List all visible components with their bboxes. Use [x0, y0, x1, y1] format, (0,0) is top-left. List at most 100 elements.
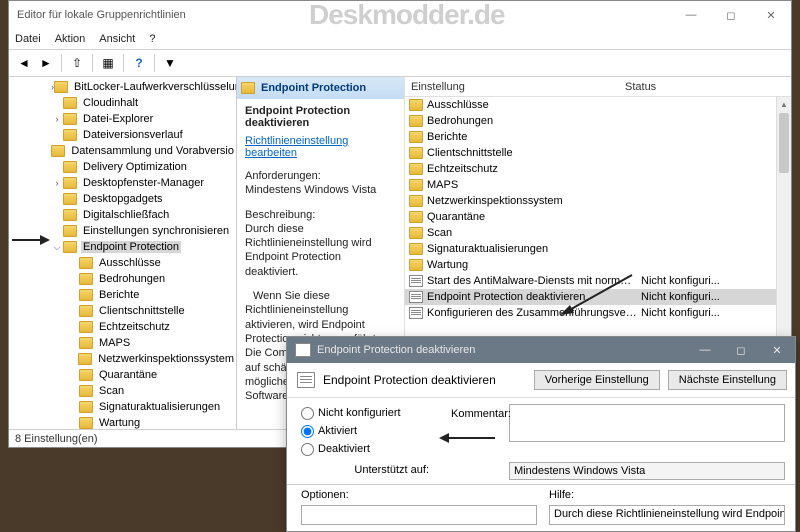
view-icon[interactable]: ▦: [99, 54, 117, 72]
tree-item[interactable]: MAPS: [9, 335, 236, 351]
tree-item[interactable]: Datensammlung und Vorabversio: [9, 143, 236, 159]
dialog-header: Endpoint Protection deaktivieren Vorheri…: [287, 363, 795, 397]
window-title: Editor für lokale Gruppenrichtlinien: [17, 9, 671, 21]
scroll-thumb[interactable]: [779, 113, 789, 173]
radio-not-configured[interactable]: Nicht konfiguriert: [301, 404, 439, 422]
tree-label: Digitalschließfach: [81, 209, 171, 221]
tree-item[interactable]: Delivery Optimization: [9, 159, 236, 175]
filter-icon[interactable]: ▼: [161, 54, 179, 72]
folder-icon: [409, 179, 423, 191]
list-row[interactable]: Berichte: [405, 129, 791, 145]
dialog-close-button[interactable]: ✕: [759, 337, 795, 363]
up-icon[interactable]: ⇧: [68, 54, 86, 72]
dialog-title: Endpoint Protection deaktivieren: [317, 344, 687, 356]
menu-aktion[interactable]: Aktion: [55, 33, 86, 45]
list-row[interactable]: Bedrohungen: [405, 113, 791, 129]
chevron-icon[interactable]: ›: [51, 178, 63, 188]
folder-icon: [63, 241, 77, 253]
comment-textarea[interactable]: [509, 404, 785, 442]
list-row[interactable]: Netzwerkinspektionssystem: [405, 193, 791, 209]
tree-item[interactable]: Berichte: [9, 287, 236, 303]
options-box[interactable]: [301, 505, 537, 525]
policy-tree[interactable]: ›BitLocker-LaufwerkverschlüsselunCloudin…: [9, 77, 237, 429]
setting-name: Wartung: [427, 259, 641, 271]
setting-name: MAPS: [427, 179, 641, 191]
list-row[interactable]: Konfigurieren des Zusammenführungsverhal…: [405, 305, 791, 321]
chevron-icon[interactable]: ›: [51, 114, 63, 124]
folder-icon: [79, 321, 93, 333]
folder-icon: [78, 353, 92, 365]
toolbar: ◄ ► ⇧ ▦ ? ▼: [9, 49, 791, 77]
list-row[interactable]: Quarantäne: [405, 209, 791, 225]
folder-icon: [63, 209, 77, 221]
tree-item[interactable]: ›Desktopfenster-Manager: [9, 175, 236, 191]
tree-item[interactable]: Clientschnittstelle: [9, 303, 236, 319]
setting-name: Signaturaktualisierungen: [427, 243, 641, 255]
tree-item[interactable]: Desktopgadgets: [9, 191, 236, 207]
tree-item[interactable]: ⌵Endpoint Protection: [9, 239, 236, 255]
annotation-arrow-icon: [439, 432, 499, 444]
list-row[interactable]: Start des AntiMalware-Diensts mit normal…: [405, 273, 791, 289]
tree-item[interactable]: Ausschlüsse: [9, 255, 236, 271]
maximize-button[interactable]: ◻: [711, 1, 751, 29]
radio-disabled[interactable]: Deaktiviert: [301, 440, 439, 458]
folder-icon: [63, 113, 77, 125]
pane-header: Endpoint Protection: [237, 77, 404, 99]
setting-name: Clientschnittstelle: [427, 147, 641, 159]
back-icon[interactable]: ◄: [15, 54, 33, 72]
folder-icon: [63, 129, 77, 141]
radio-enabled[interactable]: Aktiviert: [301, 422, 439, 440]
list-row[interactable]: Endpoint Protection deaktivierenNicht ko…: [405, 289, 791, 305]
edit-policy-link[interactable]: Richtlinieneinstellung bearbeiten: [245, 135, 396, 159]
tree-item[interactable]: Echtzeitschutz: [9, 319, 236, 335]
dialog-minimize-button[interactable]: —: [687, 337, 723, 363]
col-setting[interactable]: Einstellung: [405, 81, 619, 93]
help-icon[interactable]: ?: [130, 54, 148, 72]
minimize-button[interactable]: —: [671, 1, 711, 29]
tree-item[interactable]: Signaturaktualisierungen: [9, 399, 236, 415]
scroll-up-icon[interactable]: ▲: [777, 97, 791, 112]
dialog-maximize-button[interactable]: ◻: [723, 337, 759, 363]
tree-item[interactable]: Bedrohungen: [9, 271, 236, 287]
list-row[interactable]: Signaturaktualisierungen: [405, 241, 791, 257]
tree-item[interactable]: Digitalschließfach: [9, 207, 236, 223]
tree-item[interactable]: Scan: [9, 383, 236, 399]
folder-icon: [79, 401, 93, 413]
tree-label: Scan: [97, 385, 126, 397]
list-row[interactable]: MAPS: [405, 177, 791, 193]
tree-item[interactable]: Netzwerkinspektionssystem: [9, 351, 236, 367]
list-row[interactable]: Wartung: [405, 257, 791, 273]
list-row[interactable]: Scan: [405, 225, 791, 241]
dialog-titlebar[interactable]: Endpoint Protection deaktivieren — ◻ ✕: [287, 337, 795, 363]
folder-icon: [241, 82, 255, 94]
forward-icon[interactable]: ►: [37, 54, 55, 72]
menu-ansicht[interactable]: Ansicht: [99, 33, 135, 45]
tree-item[interactable]: ›Datei-Explorer: [9, 111, 236, 127]
dialog-icon: [295, 343, 311, 357]
tree-label: Datensammlung und Vorabversio: [69, 145, 236, 157]
tree-item[interactable]: Cloudinhalt: [9, 95, 236, 111]
tree-item[interactable]: Dateiversionsverlauf: [9, 127, 236, 143]
previous-setting-button[interactable]: Vorherige Einstellung: [534, 370, 660, 390]
tree-label: Echtzeitschutz: [97, 321, 172, 333]
tree-item[interactable]: Quarantäne: [9, 367, 236, 383]
list-row[interactable]: Clientschnittstelle: [405, 145, 791, 161]
menu-help[interactable]: ?: [149, 33, 155, 45]
tree-label: Desktopgadgets: [81, 193, 165, 205]
toolbar-separator: [92, 54, 93, 72]
tree-item[interactable]: Einstellungen synchronisieren: [9, 223, 236, 239]
chevron-icon[interactable]: ⌵: [51, 242, 63, 253]
tree-item[interactable]: Wartung: [9, 415, 236, 429]
list-row[interactable]: Echtzeitschutz: [405, 161, 791, 177]
tree-label: Ausschlüsse: [97, 257, 163, 269]
next-setting-button[interactable]: Nächste Einstellung: [668, 370, 787, 390]
list-row[interactable]: Ausschlüsse: [405, 97, 791, 113]
tree-label: Clientschnittstelle: [97, 305, 187, 317]
close-button[interactable]: ✕: [751, 1, 791, 29]
requirements-text: Mindestens Windows Vista: [245, 184, 376, 196]
tree-item[interactable]: ›BitLocker-Laufwerkverschlüsselun: [9, 79, 236, 95]
col-status[interactable]: Status: [619, 81, 791, 93]
menu-datei[interactable]: Datei: [15, 33, 41, 45]
folder-icon: [409, 99, 423, 111]
tree-label: Signaturaktualisierungen: [97, 401, 222, 413]
